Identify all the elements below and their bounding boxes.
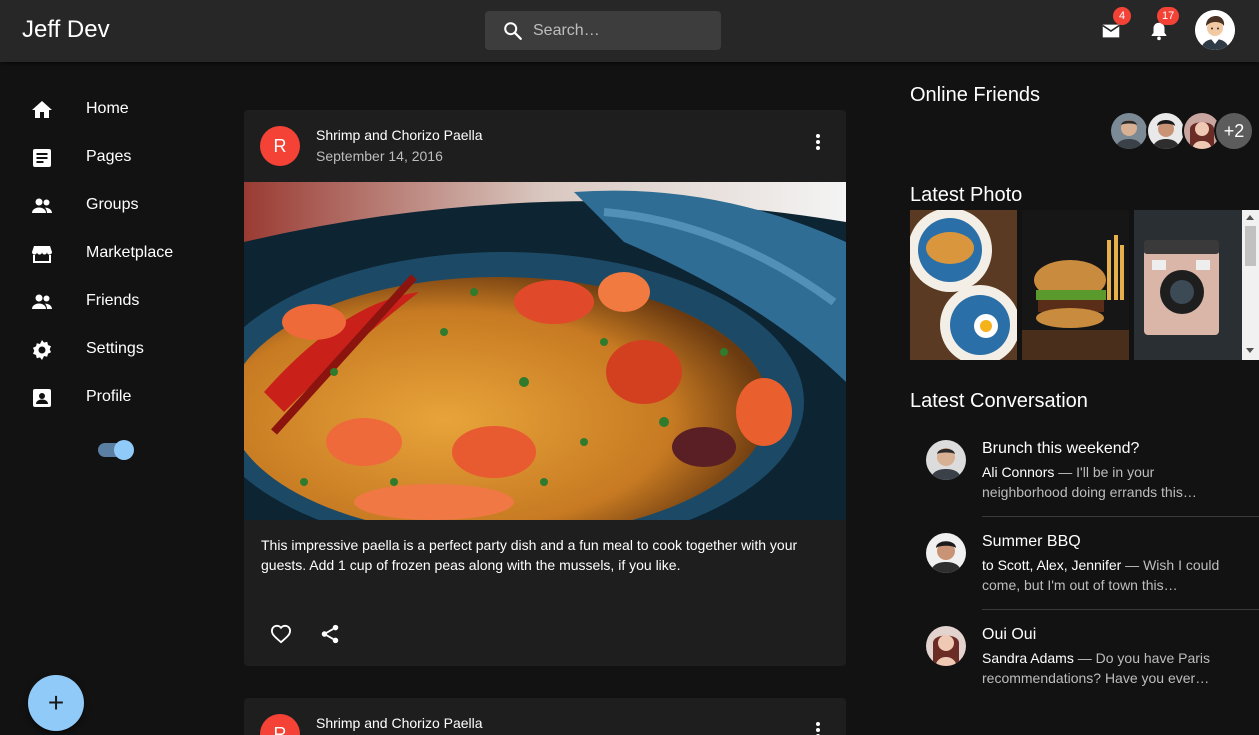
groups-icon: [32, 198, 52, 213]
add-fab-button[interactable]: +: [28, 675, 84, 731]
store-icon: [32, 246, 52, 263]
conversation-avatar: [926, 440, 966, 480]
more-options-button[interactable]: [804, 128, 832, 156]
photo-thumbnail[interactable]: [1134, 210, 1242, 360]
more-options-button[interactable]: [804, 716, 832, 735]
scroll-down-arrow[interactable]: [1246, 348, 1254, 353]
post-image: [244, 182, 846, 520]
conversation-avatar: [926, 533, 966, 573]
conversation-title: Summer BBQ: [982, 533, 1081, 550]
conversation-divider: [982, 516, 1259, 517]
sidebar-item-label: Marketplace: [86, 244, 174, 261]
home-icon: [32, 101, 52, 118]
mail-button[interactable]: 4: [1091, 7, 1131, 51]
scroll-up-arrow[interactable]: [1246, 215, 1254, 220]
profile-icon: [33, 389, 51, 407]
moon-icon: [32, 441, 42, 459]
conversation-from: Sandra Adams: [982, 650, 1074, 666]
app-title[interactable]: Jeff Dev: [22, 16, 110, 44]
conversation-item[interactable]: Oui Oui Sandra Adams — Do you have Paris…: [910, 614, 1259, 707]
post-title: Shrimp and Chorizo Paella: [316, 127, 483, 143]
sidebar-item-label: Friends: [86, 292, 140, 309]
mail-badge: 4: [1113, 7, 1131, 25]
sidebar-item-label: Profile: [86, 388, 132, 405]
conversation-title: Oui Oui: [982, 626, 1037, 643]
conversation-preview: Sandra Adams — Do you have Paris recomme…: [982, 648, 1222, 688]
sidebar-item-profile[interactable]: Profile: [0, 374, 200, 422]
more-vert-icon: [816, 134, 820, 150]
post-date: September 14, 2016: [316, 148, 443, 164]
more-friends-count[interactable]: +2: [1214, 111, 1254, 151]
photo-scrollbar[interactable]: [1242, 210, 1259, 360]
friends-icon: [32, 294, 52, 309]
search-input[interactable]: [533, 11, 713, 50]
sidebar-item-marketplace[interactable]: Marketplace: [0, 230, 200, 278]
dark-mode-toggle[interactable]: [98, 440, 134, 460]
post-avatar: R: [260, 126, 300, 166]
friend-avatar[interactable]: [1146, 111, 1186, 151]
like-button[interactable]: [261, 614, 301, 654]
photo-thumbnail[interactable]: [910, 210, 1017, 360]
conversation-preview: to Scott, Alex, Jennifer — Wish I could …: [982, 555, 1222, 595]
latest-photo-title: Latest Photo: [910, 184, 1023, 206]
sidebar-item-friends[interactable]: Friends: [0, 278, 200, 326]
search-icon: [504, 22, 522, 40]
conversation-item[interactable]: Summer BBQ to Scott, Alex, Jennifer — Wi…: [910, 521, 1259, 614]
conversation-divider: [982, 609, 1259, 610]
sidebar-item-label: Home: [86, 100, 129, 117]
photo-thumbnail[interactable]: [1022, 210, 1129, 360]
sidebar-item-home[interactable]: Home: [0, 86, 200, 134]
share-button[interactable]: [310, 614, 350, 654]
user-avatar[interactable]: [1195, 10, 1235, 50]
share-icon: [321, 624, 339, 644]
conversation-preview: Ali Connors — I'll be in your neighborho…: [982, 462, 1222, 502]
sidebar-item-groups[interactable]: Groups: [0, 182, 200, 230]
scrollbar-thumb[interactable]: [1245, 226, 1256, 266]
pages-icon: [33, 149, 51, 167]
friend-avatar[interactable]: [1109, 111, 1149, 151]
post-card: R Shrimp and Chorizo Paella: [244, 698, 846, 735]
gear-icon: [33, 340, 51, 360]
sidebar-item-settings[interactable]: Settings: [0, 326, 200, 374]
app-bar: Jeff Dev 4 17: [0, 0, 1259, 62]
sidebar-item-label: Pages: [86, 148, 132, 165]
heart-icon: [270, 624, 292, 644]
latest-conversation-title: Latest Conversation: [910, 390, 1088, 412]
conversation-from: to Scott, Alex, Jennifer: [982, 557, 1122, 573]
conversation-item[interactable]: Brunch this weekend? Ali Connors — I'll …: [910, 428, 1259, 521]
notifications-button[interactable]: 17: [1139, 7, 1180, 51]
post-title: Shrimp and Chorizo Paella: [316, 715, 483, 731]
conversation-avatar: [926, 626, 966, 666]
more-vert-icon: [816, 722, 820, 735]
conversation-from: Ali Connors: [982, 464, 1055, 480]
sidebar-item-label: Settings: [86, 340, 144, 357]
post-card: R Shrimp and Chorizo Paella September 14…: [244, 110, 846, 666]
post-avatar: R: [260, 714, 300, 735]
online-friends-title: Online Friends: [910, 84, 1041, 106]
conversation-title: Brunch this weekend?: [982, 440, 1140, 457]
toggle-thumb: [114, 440, 134, 460]
search-box[interactable]: [485, 11, 721, 50]
post-text: This impressive paella is a perfect part…: [261, 537, 798, 573]
notifications-badge: 17: [1157, 7, 1180, 25]
sidebar-item-pages[interactable]: Pages: [0, 134, 200, 182]
sidebar-item-label: Groups: [86, 196, 139, 213]
